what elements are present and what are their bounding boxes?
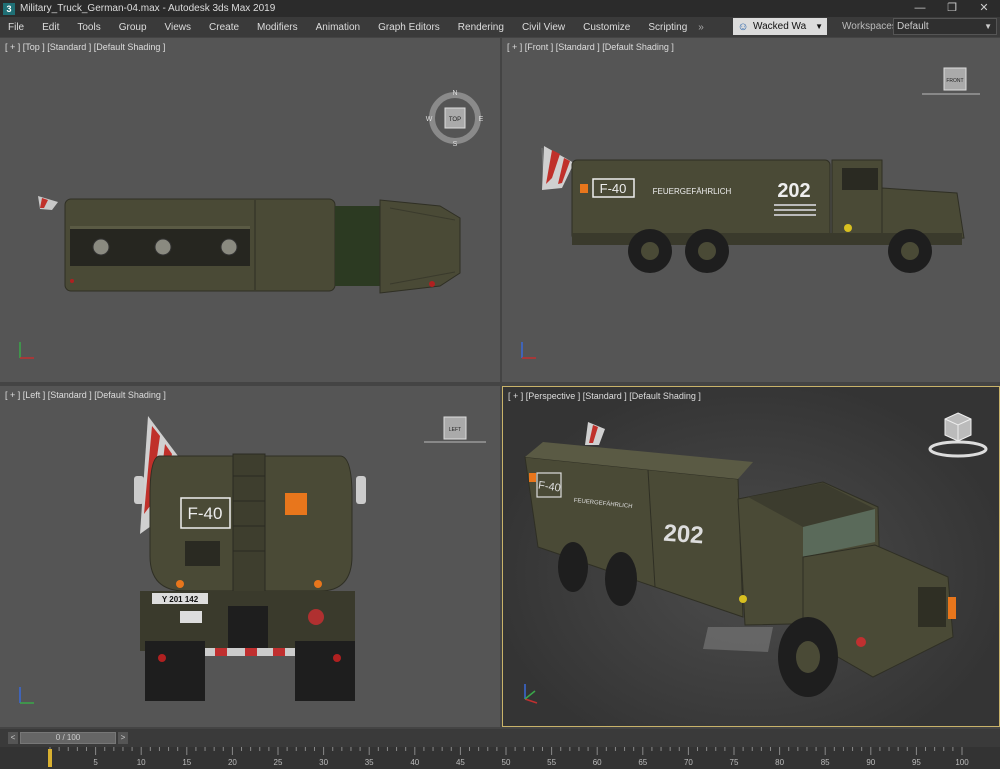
workspaces-label: Workspaces: [842, 21, 900, 32]
ruler-tick-label: 10 [137, 758, 146, 767]
truck-number-persp: 202 [663, 520, 705, 550]
axis-tripod-icon [19, 342, 34, 359]
ruler-tick-label: 85 [821, 758, 830, 767]
menu-edit[interactable]: Edit [33, 22, 68, 33]
axis-tripod-icon [524, 684, 538, 704]
minimize-icon[interactable]: — [904, 0, 936, 17]
viewcube-perspective[interactable] [923, 409, 993, 464]
ruler-tick-label: 70 [684, 758, 693, 767]
compass-w: W [426, 116, 433, 123]
menu-customize[interactable]: Customize [574, 22, 639, 33]
compass-n: N [452, 90, 457, 97]
user-name: Wacked Wa [753, 21, 807, 32]
menu-file[interactable]: File [0, 22, 33, 33]
viewcube-face-label: LEFT [449, 427, 461, 433]
next-frame-button[interactable]: > [118, 732, 128, 744]
ruler-tick-label: 95 [912, 758, 921, 767]
chevron-down-icon: ▼ [815, 22, 823, 31]
menu-civil-view[interactable]: Civil View [513, 22, 574, 33]
viewport-perspective[interactable]: [ + ] [Perspective ] [Standard ] [Defaul… [502, 386, 1000, 727]
window-controls: — ❐ ✕ [904, 0, 1000, 17]
ruler-tick-label: 50 [502, 758, 511, 767]
ruler-tick-label: 40 [410, 758, 419, 767]
user-icon: ☺ [737, 20, 749, 33]
ruler-tick-label: 45 [456, 758, 465, 767]
ruler-tick-label: 15 [182, 758, 191, 767]
viewcube-left[interactable]: LEFT [420, 414, 490, 454]
workspace-select[interactable]: Default ▼ [893, 18, 997, 35]
frame-ruler: 5 10 15 20 25 30 35 40 45 50 55 60 65 70 75 80 85 90 95 100 [48, 747, 969, 767]
menu-group[interactable]: Group [110, 22, 156, 33]
maximize-icon[interactable]: ❐ [936, 0, 968, 17]
ruler-tick-label: 80 [775, 758, 784, 767]
axis-tripod-icon [521, 342, 536, 359]
license-plate: Y 201 142 [162, 595, 199, 604]
prev-frame-button[interactable]: < [8, 732, 18, 744]
title-bar: 3 Military_Truck_German-04.max - Autodes… [0, 0, 1000, 17]
viewport-front[interactable]: [ + ] [Front ] [Standard ] [Default Shad… [502, 38, 1000, 382]
viewcube-face-label: TOP [449, 117, 461, 123]
ruler-tick-label: 30 [319, 758, 328, 767]
menu-tools[interactable]: Tools [68, 22, 109, 33]
user-account-dropdown[interactable]: ☺ Wacked Wa ▼ [733, 18, 827, 35]
close-icon[interactable]: ✕ [968, 0, 1000, 17]
compass-s: S [453, 141, 458, 148]
truck-number-front: 202 [777, 180, 810, 202]
ruler-tick-label: 90 [866, 758, 875, 767]
workspace-value: Default [897, 21, 929, 32]
time-slider[interactable]: 0 / 100 [20, 732, 116, 744]
menu-bar: File Edit Tools Group Views Create Modif… [0, 17, 1000, 37]
ruler-tick-label: 65 [638, 758, 647, 767]
axis-tripod-icon [19, 687, 34, 704]
menu-rendering[interactable]: Rendering [449, 22, 513, 33]
chevron-down-icon: ▼ [984, 22, 992, 31]
trackbar[interactable]: 5 10 15 20 25 30 35 40 45 50 55 60 65 70 75 80 85 90 95 100 [0, 747, 1000, 769]
ruler-tick-label: 35 [365, 758, 374, 767]
current-frame-marker[interactable] [48, 749, 52, 767]
ruler-tick-label: 55 [547, 758, 556, 767]
tank-code-rear: F-40 [188, 504, 223, 523]
ruler-tick-label: 25 [274, 758, 283, 767]
menu-create[interactable]: Create [200, 22, 248, 33]
menu-overflow-button[interactable]: » [698, 22, 704, 33]
time-slider-bar: < 0 / 100 > [0, 729, 1000, 747]
ruler-tick-label: 100 [955, 758, 969, 767]
warning-text-front: FEUERGEFÄHRLICH [653, 187, 732, 196]
menu-modifiers[interactable]: Modifiers [248, 22, 307, 33]
menu-views[interactable]: Views [156, 22, 201, 33]
ruler-tick-label: 60 [593, 758, 602, 767]
viewport-top[interactable]: [ + ] [Top ] [Standard ] [Default Shadin… [0, 38, 500, 382]
menu-scripting[interactable]: Scripting [639, 22, 696, 33]
viewport-left[interactable]: [ + ] [Left ] [Standard ] [Default Shadi… [0, 386, 500, 727]
window-title: Military_Truck_German-04.max - Autodesk … [20, 3, 276, 14]
ruler-tick-label: 5 [93, 758, 98, 767]
viewcube-front[interactable]: FRONT [922, 66, 982, 106]
menu-graph-editors[interactable]: Graph Editors [369, 22, 449, 33]
ruler-tick-label: 75 [730, 758, 739, 767]
menu-animation[interactable]: Animation [307, 22, 369, 33]
ruler-tick-label: 20 [228, 758, 237, 767]
compass-e: E [479, 116, 484, 123]
tank-code-front: F-40 [600, 181, 627, 196]
viewcube-compass[interactable]: TOP N E S W [425, 88, 485, 148]
app-icon: 3 [3, 2, 15, 15]
viewcube-face-label: FRONT [946, 78, 963, 84]
